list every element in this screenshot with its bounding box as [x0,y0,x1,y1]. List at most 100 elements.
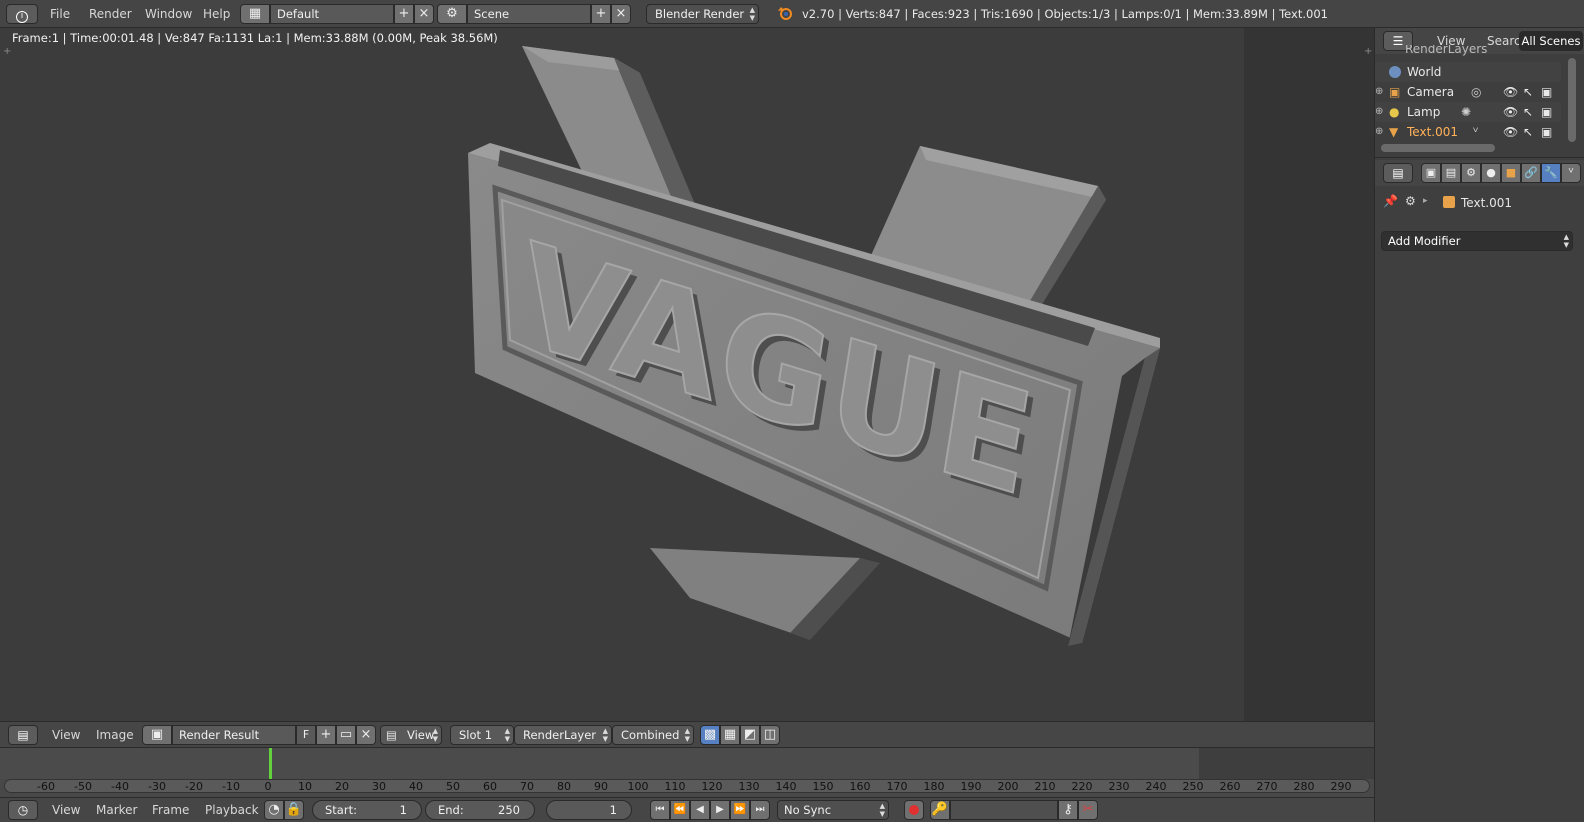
add-layout-button[interactable]: + [394,4,414,24]
auto-keying-button[interactable] [904,800,924,820]
renderable-camera-icon[interactable]: ▣ [1541,102,1552,122]
preview-range-button[interactable]: ◔ [264,800,284,820]
start-frame-field[interactable]: Start: 1 [312,800,422,820]
play-reverse-button[interactable]: ◀ [690,800,710,820]
view-dropdown[interactable]: ▤ View ▲ ▼ [380,725,442,745]
tab-render[interactable]: ▣ [1421,163,1441,183]
scene-field[interactable]: Scene [467,4,591,24]
keying-set-field[interactable] [950,800,1058,820]
camera-data-icon[interactable]: ◎ [1471,82,1481,102]
menu-playback[interactable]: Playback [205,798,259,822]
tab-object[interactable]: ■ [1501,163,1521,183]
draw-zbuffer-button[interactable]: ◩ [740,725,760,745]
outliner-row-camera[interactable]: ⊕ ▣ Camera ◎ 👁 ↖ ▣ [1375,82,1561,102]
timeline-area[interactable]: -60 -50 -40 -30 -20 -10 0 10 20 30 40 50… [0,747,1374,797]
lock-range-button[interactable]: 🔒 [284,800,304,820]
jump-keyframe-back-button[interactable]: ⏪ [670,800,690,820]
tab-data[interactable]: ⱽ [1561,163,1581,183]
unlink-image-button[interactable]: × [356,725,376,745]
render-layer-dropdown[interactable]: RenderLayer ▲ ▼ [514,725,612,745]
editor-type-timeline-button[interactable]: ◷ [8,800,38,820]
renderable-camera-icon[interactable]: ▣ [1541,122,1552,142]
screen-layout-field[interactable]: Default [270,4,394,24]
jump-end-button[interactable]: ⏭ [750,800,770,820]
insert-keyframe-button[interactable]: ⚷ [1058,800,1078,820]
current-frame-field[interactable]: 1 [546,800,632,820]
expand-icon[interactable]: ⊕ [1375,82,1383,102]
editor-type-image-button[interactable]: ▤ [8,725,38,745]
draw-channels-button[interactable]: ◫ [760,725,780,745]
remove-layout-button[interactable]: × [414,4,434,24]
selectable-cursor-icon[interactable]: ↖ [1523,82,1533,102]
tab-modifiers[interactable]: 🔧 [1541,163,1561,183]
jump-keyframe-forward-button[interactable]: ⏩ [730,800,750,820]
layout-selector-icon[interactable]: ▦ [240,4,270,24]
menu-help[interactable]: Help [203,0,230,28]
outliner-row-renderlayers[interactable]: RenderLayers [1375,45,1561,59]
menu-render[interactable]: Render [89,0,132,28]
add-modifier-dropdown[interactable]: Add Modifier ▲ ▼ [1381,231,1573,251]
current-frame-playhead[interactable] [269,748,272,779]
tab-scene[interactable]: ⚙ [1461,163,1481,183]
play-button[interactable]: ▶ [710,800,730,820]
remove-scene-button[interactable]: × [611,4,631,24]
outliner-horizontal-scrollbar[interactable] [1381,144,1495,152]
render-engine-label: Blender Render [655,7,745,21]
fake-user-button[interactable]: F [296,725,316,745]
visibility-eye-icon[interactable]: 👁 [1503,122,1518,142]
sync-dropdown[interactable]: No Sync ▲ ▼ [777,800,889,820]
menu-window[interactable]: Window [145,0,192,28]
dropdown-arrows-icon: ▲ ▼ [1563,233,1569,249]
slot-dropdown[interactable]: Slot 1 ▲ ▼ [450,725,514,745]
editor-type-info-button[interactable]: i [6,4,38,24]
jump-start-button[interactable]: ⏮ [650,800,670,820]
menu-image[interactable]: Image [96,722,134,748]
open-image-button[interactable]: ▭ [336,725,356,745]
menu-file[interactable]: File [50,0,70,28]
expand-icon[interactable]: ⊕ [1375,122,1383,142]
new-image-button[interactable]: + [316,725,336,745]
outliner-row-lamp[interactable]: ⊕ ● Lamp ✺ 👁 ↖ ▣ [1375,102,1561,122]
camera-label: Camera [1407,85,1455,99]
frame-tick: 0 [264,780,272,793]
menu-view[interactable]: View [52,722,80,748]
viewport-corner-left-icon[interactable]: + [3,46,11,57]
text-data-icon[interactable]: ⱽ [1473,122,1478,142]
renderable-camera-icon[interactable]: ▣ [1541,82,1552,102]
render-engine-dropdown[interactable]: Blender Render ▲ ▼ [646,4,759,24]
menu-marker[interactable]: Marker [96,798,137,822]
end-frame-field[interactable]: End: 250 [425,800,535,820]
outliner-row-text001[interactable]: ⊕ ▼ Text.001 ⱽ 👁 ↖ ▣ [1375,122,1561,142]
tab-render-layers[interactable]: ▤ [1441,163,1461,183]
draw-alpha-button[interactable]: ▦ [720,725,740,745]
visibility-eye-icon[interactable]: 👁 [1503,102,1518,122]
outliner-row-world[interactable]: World [1375,62,1561,82]
selectable-cursor-icon[interactable]: ↖ [1523,102,1533,122]
timeline-track[interactable] [0,748,1374,779]
image-editor-viewport[interactable]: VAGUE VAGUE Frame:1 | Time:00:01.48 | Ve… [0,28,1374,721]
image-name-field[interactable]: Render Result [172,725,296,745]
lamp-data-icon[interactable]: ✺ [1461,102,1471,122]
menu-frame[interactable]: Frame [152,798,189,822]
menu-view[interactable]: View [52,798,80,822]
delete-keyframe-button[interactable]: ✂ [1078,800,1098,820]
expand-icon[interactable]: ⊕ [1375,102,1383,122]
frame-tick: -30 [148,780,166,793]
frame-tick: 40 [409,780,423,793]
tab-world[interactable]: ● [1481,163,1501,183]
timeline-frame-ruler[interactable]: -60 -50 -40 -30 -20 -10 0 10 20 30 40 50… [4,779,1370,793]
tab-constraints[interactable]: 🔗 [1521,163,1541,183]
pin-icon[interactable]: 📌 [1383,194,1398,208]
outliner-vertical-scrollbar[interactable] [1568,58,1576,142]
selectable-cursor-icon[interactable]: ↖ [1523,122,1533,142]
image-browse-button[interactable]: ▣ [142,725,172,745]
viewport-corner-right-icon[interactable]: + [1364,46,1372,57]
keying-set-icon[interactable]: 🔑 [930,800,950,820]
outliner[interactable]: ☰ View Search All Scenes RenderLayers Wo… [1375,28,1584,158]
visibility-eye-icon[interactable]: 👁 [1503,82,1518,102]
editor-type-properties-button[interactable]: ▤ [1383,163,1413,183]
scene-selector-icon[interactable]: ⚙ [437,4,467,24]
render-pass-dropdown[interactable]: Combined ▲ ▼ [612,725,694,745]
draw-color-alpha-button[interactable]: ▩ [700,725,720,745]
add-scene-button[interactable]: + [591,4,611,24]
